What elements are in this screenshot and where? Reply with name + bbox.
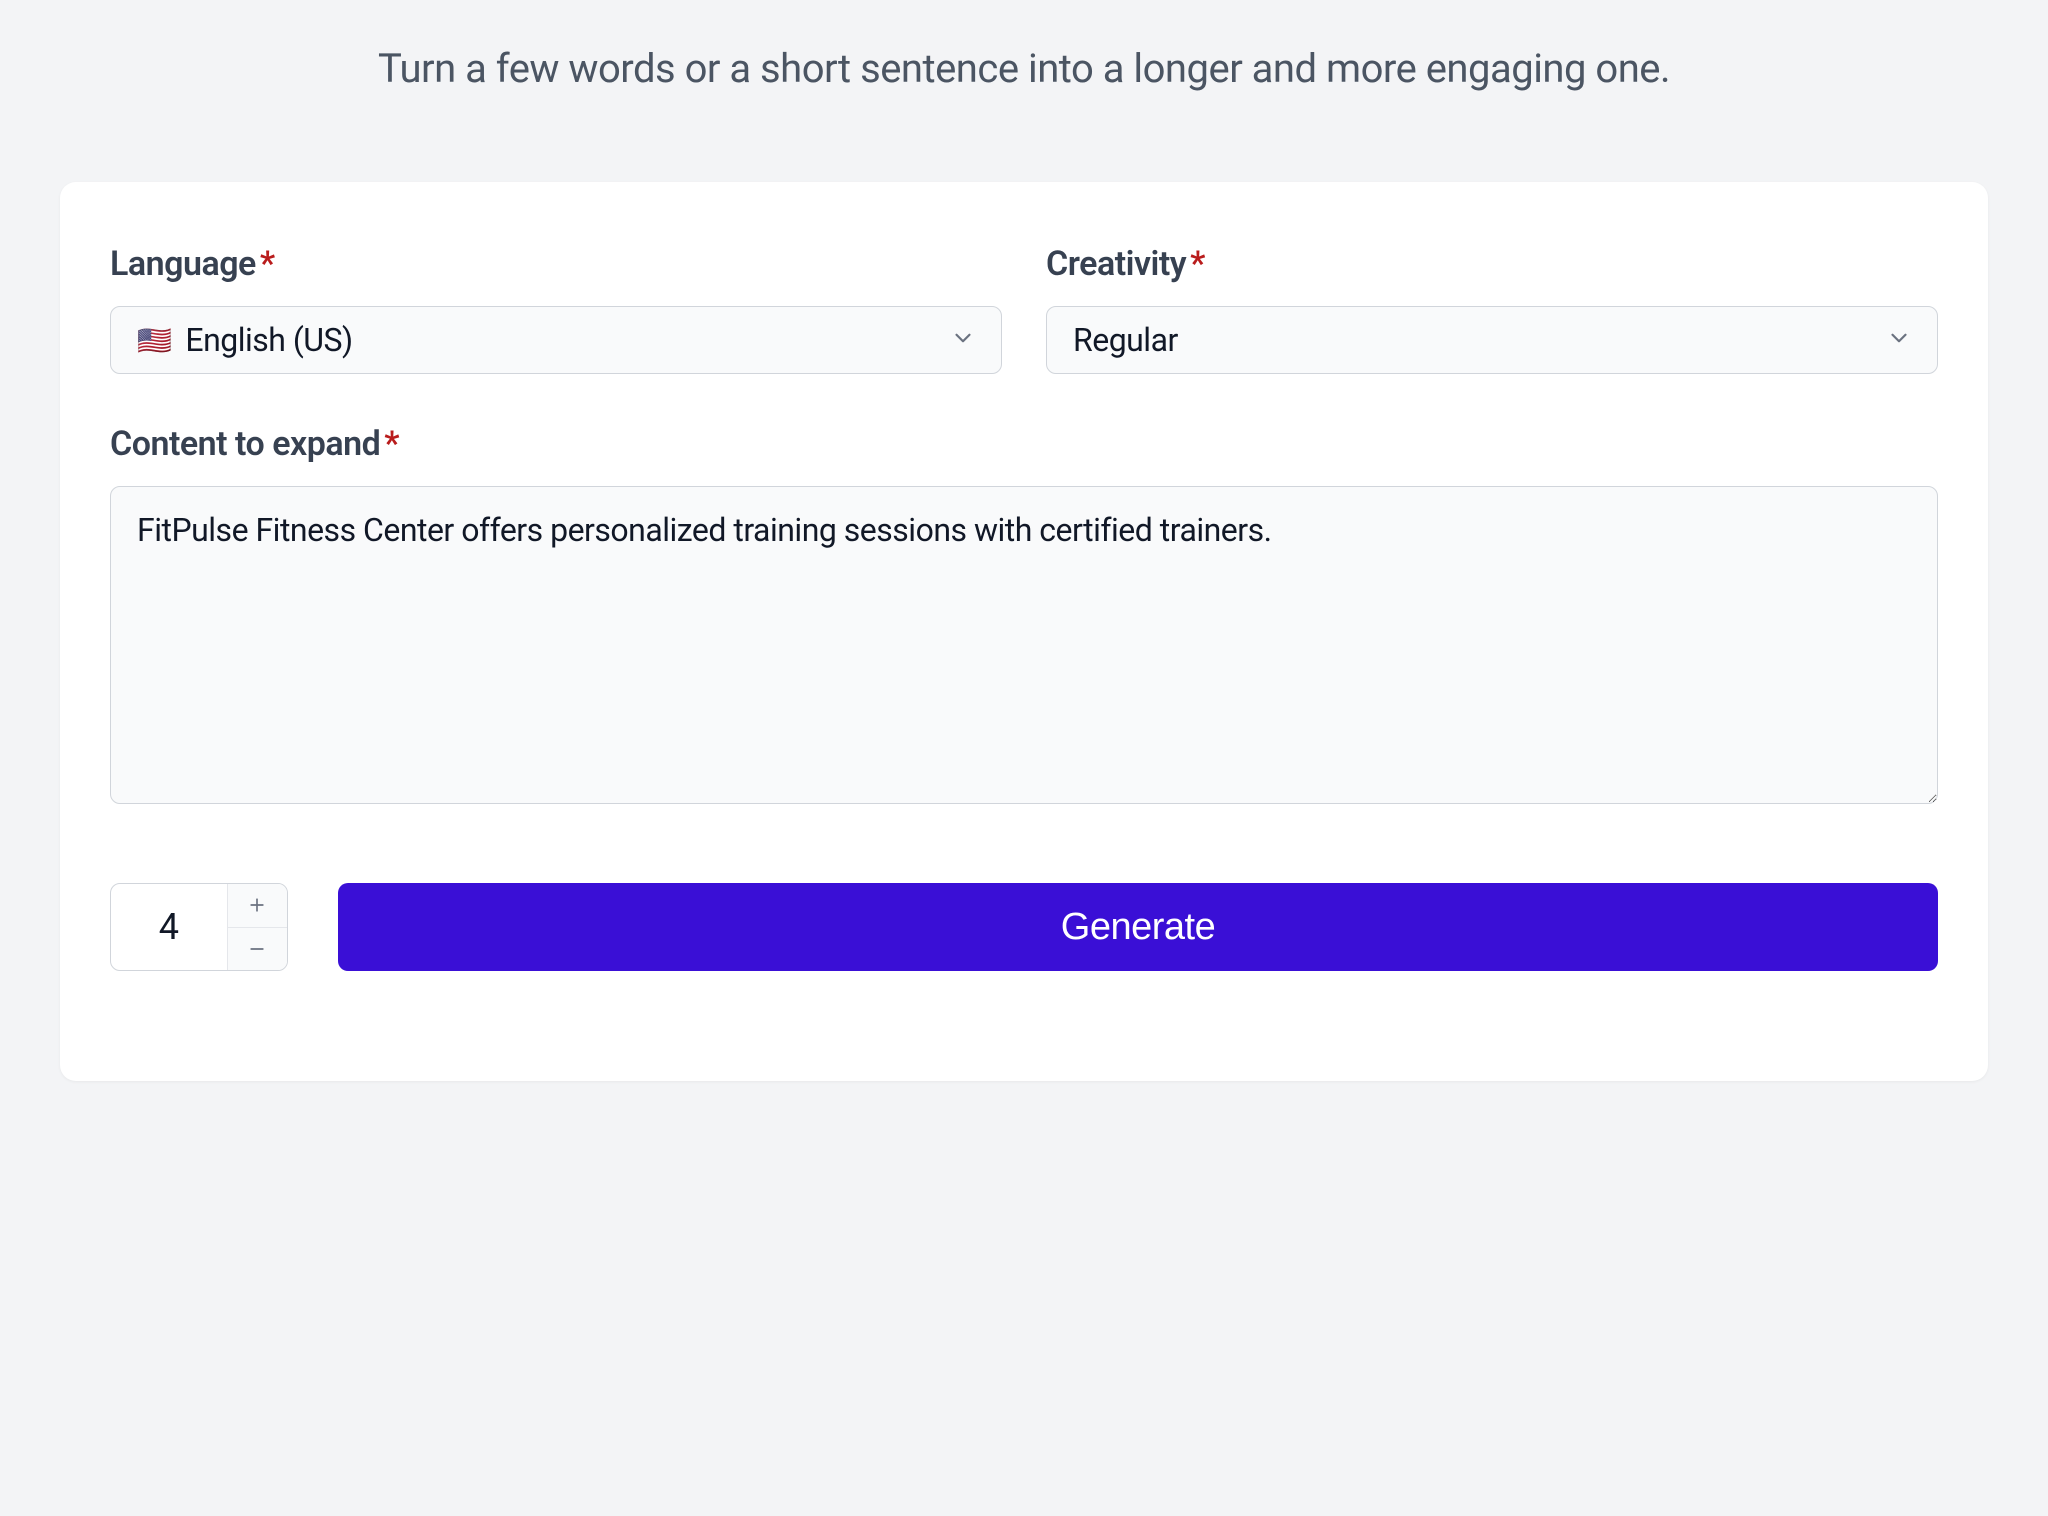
content-field: Content to expand* (110, 424, 1938, 808)
creativity-select[interactable]: Regular (1046, 306, 1938, 374)
required-asterisk: * (384, 424, 399, 464)
quantity-increment[interactable] (228, 884, 287, 928)
quantity-stepper: 4 (110, 883, 288, 971)
generate-button[interactable]: Generate (338, 883, 1938, 971)
action-row: 4 Generate (110, 883, 1938, 971)
creativity-value: Regular (1073, 321, 1178, 359)
required-asterisk: * (260, 244, 275, 284)
language-select[interactable]: 🇺🇸 English (US) (110, 306, 1002, 374)
content-label: Content to expand* (110, 424, 1938, 464)
language-label: Language* (110, 244, 1002, 284)
creativity-label: Creativity* (1046, 244, 1938, 284)
page-subtitle: Turn a few words or a short sentence int… (60, 45, 1988, 92)
required-asterisk: * (1190, 244, 1205, 284)
quantity-decrement[interactable] (228, 928, 287, 971)
content-label-text: Content to expand (110, 424, 380, 464)
language-label-text: Language (110, 244, 256, 284)
us-flag-icon: 🇺🇸 (137, 324, 171, 357)
language-field: Language* 🇺🇸 English (US) (110, 244, 1002, 374)
quantity-value[interactable]: 4 (111, 884, 228, 970)
creativity-field: Creativity* Regular (1046, 244, 1938, 374)
form-card: Language* 🇺🇸 English (US) Creativity* (60, 182, 1988, 1081)
language-value: English (US) (185, 321, 352, 359)
content-textarea[interactable] (110, 486, 1938, 804)
creativity-label-text: Creativity (1046, 244, 1186, 284)
